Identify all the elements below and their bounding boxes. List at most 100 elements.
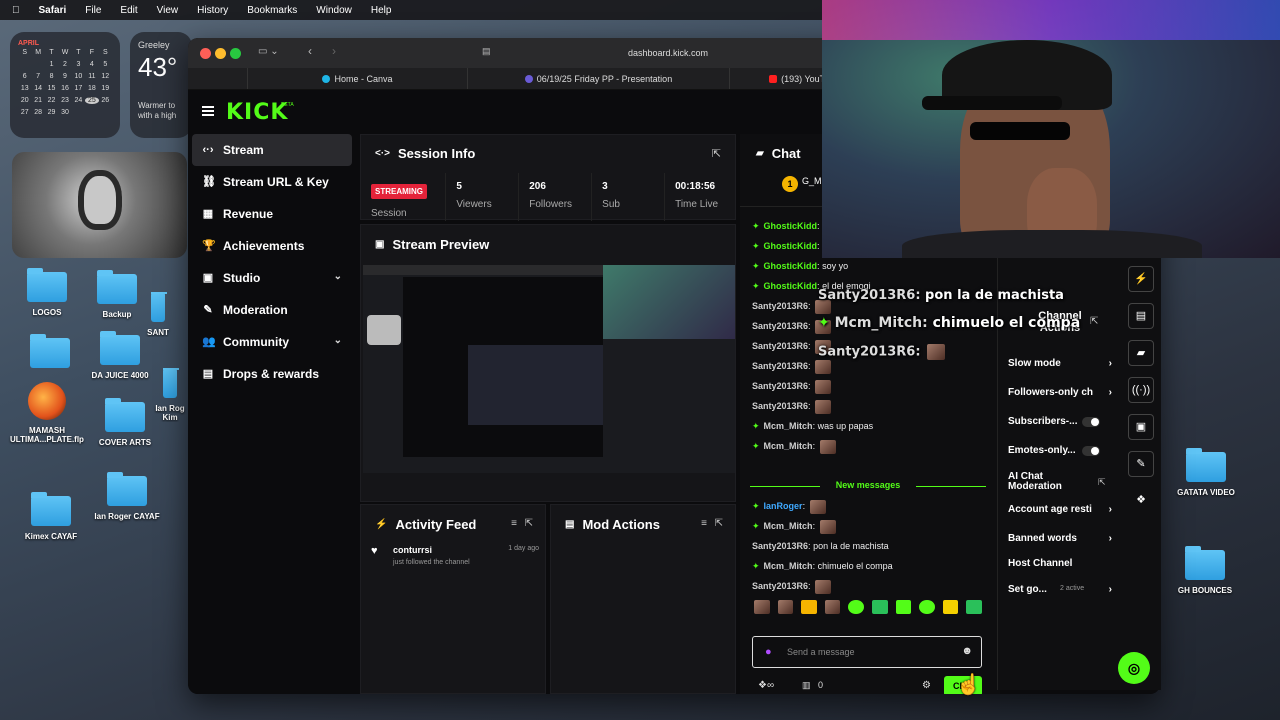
chat-username[interactable]: GhosticKidd	[764, 261, 818, 271]
sidebar-item-stream-url-key[interactable]: ⛓ Stream URL & Key	[192, 166, 352, 198]
chat-username[interactable]: Santy2013R6	[752, 301, 808, 311]
chat-message-input[interactable]: ● Send a message ☻	[752, 636, 982, 668]
emote-icon[interactable]	[895, 600, 912, 614]
activity-user[interactable]: conturrsi	[393, 545, 432, 555]
broadcast-icon[interactable]: ((·))	[1128, 377, 1154, 403]
emote-icon[interactable]	[777, 600, 794, 614]
new-messages-divider[interactable]: New messages	[750, 480, 986, 492]
sidebar-item-revenue[interactable]: ▦ Revenue	[192, 198, 352, 230]
sidebar-item-studio[interactable]: ▣ Studio ⌄	[192, 262, 352, 294]
chevron-right-icon[interactable]: ›	[1109, 584, 1112, 595]
popout-icon[interactable]: ⇱	[715, 518, 723, 529]
desktop-folder-ian-roger[interactable]: Ian Roger CAYAF	[82, 472, 172, 521]
chevron-right-icon[interactable]: ›	[1109, 387, 1112, 398]
chat-username[interactable]: GhosticKidd	[764, 281, 818, 291]
lightning-icon[interactable]: ⚡	[1128, 266, 1154, 292]
forward-icon[interactable]: ›	[332, 44, 336, 58]
support-headset-icon[interactable]: ◎	[1118, 652, 1150, 684]
chat-username[interactable]: Mcm_Mitch	[764, 421, 813, 431]
toggle-switch[interactable]	[1082, 446, 1100, 456]
zoom-window-button[interactable]	[230, 48, 241, 59]
emote-icon[interactable]	[966, 600, 982, 614]
apple-icon[interactable]: 	[12, 5, 20, 16]
emote-icon[interactable]	[919, 600, 935, 614]
weather-widget[interactable]: Greeley 43° Warmer to with a high	[130, 32, 192, 138]
chevron-down-icon[interactable]: ⌄	[334, 271, 342, 282]
filter-icon[interactable]: ≡	[701, 518, 707, 529]
sidebar-item-stream[interactable]: ‹·› Stream	[192, 134, 352, 166]
wrench-icon[interactable]: ✎	[1128, 451, 1154, 477]
chevron-right-icon[interactable]: ›	[1109, 533, 1112, 544]
chat-username[interactable]: Santy2013R6	[752, 581, 808, 591]
emote-icon[interactable]	[942, 600, 959, 614]
popout-icon[interactable]: ⇱	[712, 147, 721, 160]
channel-action-item[interactable]: Emotes-only...	[1008, 445, 1114, 456]
emote-icon[interactable]	[801, 600, 817, 614]
filter-icon[interactable]: ≡	[511, 518, 517, 529]
kick-logo[interactable]: KICK	[226, 100, 288, 125]
calendar-widget[interactable]: APRIL S M T W T F S 1 2 3 4 5 6 7 8 9 10 11 12 13 14 15 16 17 18…	[10, 32, 120, 138]
channel-action-item[interactable]: Banned words ›	[1008, 533, 1114, 544]
external-link-icon[interactable]: ⇱	[1098, 477, 1106, 488]
menu-bookmarks[interactable]: Bookmarks	[247, 5, 297, 16]
back-icon[interactable]: ‹	[308, 44, 312, 58]
chat-username[interactable]: GhosticKidd	[764, 241, 818, 251]
menu-edit[interactable]: Edit	[120, 5, 137, 16]
sidebar-toggle-icon[interactable]: ▭ ⌄	[258, 46, 279, 57]
emote-icon[interactable]	[848, 600, 864, 614]
chat-username[interactable]: Santy2013R6	[752, 341, 808, 351]
minimize-window-button[interactable]	[215, 48, 226, 59]
stream-preview-video[interactable]	[363, 265, 735, 473]
menu-help[interactable]: Help	[371, 5, 392, 16]
emoji-picker-icon[interactable]: ☻	[961, 645, 973, 657]
chat-username[interactable]: IanRoger	[764, 501, 803, 511]
document-icon[interactable]: ▤	[1128, 303, 1154, 329]
channel-action-item[interactable]: Set go... 2 active ›	[1008, 584, 1114, 595]
chat-username[interactable]: GhosticKidd	[764, 221, 818, 231]
menu-view[interactable]: View	[157, 5, 179, 16]
chat-username[interactable]: Santy2013R6	[752, 401, 808, 411]
channel-action-item[interactable]: Account age resti ›	[1008, 504, 1114, 515]
chat-bubble-icon[interactable]: ▰	[1128, 340, 1154, 366]
close-window-button[interactable]	[200, 48, 211, 59]
desktop-folder-blank[interactable]	[5, 334, 95, 368]
desktop-folder-bounces[interactable]: GH BOUNCES	[1160, 546, 1250, 595]
desktop-folder-sant[interactable]: SANT	[128, 292, 188, 337]
chat-username[interactable]: Mcm_Mitch	[764, 561, 813, 571]
chat-username[interactable]: Mcm_Mitch	[764, 441, 813, 451]
chevron-right-icon[interactable]: ›	[1109, 358, 1112, 369]
channel-action-item[interactable]: Subscribers-...	[1008, 416, 1114, 427]
store-icon[interactable]: ▥	[802, 680, 811, 691]
community-icon[interactable]: ❖	[1128, 488, 1154, 514]
menu-app-name[interactable]: Safari	[39, 5, 67, 16]
emote-icon[interactable]	[824, 600, 841, 614]
channel-action-item[interactable]: Followers-only ch ›	[1008, 387, 1114, 398]
menu-file[interactable]: File	[85, 5, 101, 16]
tab-canva[interactable]: Home - Canva	[248, 68, 468, 89]
chat-username[interactable]: Santy2013R6	[752, 361, 808, 371]
popout-icon[interactable]: ⇱	[1090, 316, 1098, 327]
menu-history[interactable]: History	[197, 5, 228, 16]
chevron-right-icon[interactable]: ›	[1109, 504, 1112, 515]
photo-widget[interactable]	[12, 152, 187, 258]
emote-icon[interactable]	[754, 600, 770, 614]
hamburger-menu-icon[interactable]	[202, 106, 214, 116]
channel-action-item[interactable]: Slow mode ›	[1008, 358, 1114, 369]
channel-action-item[interactable]: Host Channel	[1008, 558, 1114, 569]
chevron-down-icon[interactable]: ⌄	[334, 335, 342, 346]
layout-icon[interactable]: ▣	[1128, 414, 1154, 440]
infinity-icon[interactable]: ❖∞	[758, 680, 774, 691]
popout-icon[interactable]: ⇱	[525, 518, 533, 529]
top-gifter-name[interactable]: G_M	[802, 176, 822, 186]
chat-username[interactable]: Santy2013R6	[752, 541, 808, 551]
toggle-switch[interactable]	[1082, 417, 1100, 427]
tab-presentation[interactable]: 06/19/25 Friday PP - Presentation	[468, 68, 730, 89]
desktop-file-mamash[interactable]: MAMASH ULTIMA...PLATE.flp	[2, 382, 92, 444]
desktop-folder-ian-rog[interactable]: Ian Rog Kim	[150, 368, 190, 422]
sidebar-item-moderation[interactable]: ✎ Moderation	[192, 294, 352, 326]
emote-icon[interactable]	[871, 600, 888, 614]
microphone-icon[interactable]: ●	[765, 646, 772, 658]
menu-window[interactable]: Window	[316, 5, 352, 16]
chat-username[interactable]: Santy2013R6	[752, 381, 808, 391]
url-bar[interactable]: dashboard.kick.com	[478, 44, 858, 63]
